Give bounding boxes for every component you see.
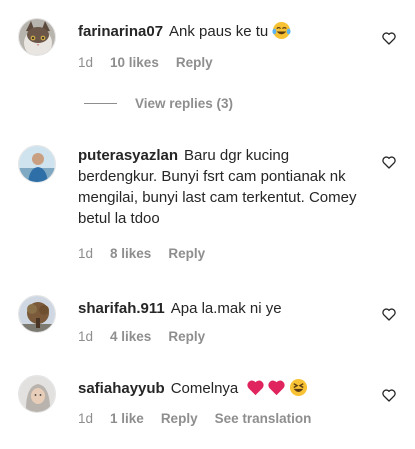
comment-time: 1d	[78, 411, 94, 426]
view-replies-label: View replies (3)	[135, 96, 234, 111]
avatar[interactable]	[18, 375, 56, 413]
like-heart-icon[interactable]	[381, 387, 397, 403]
username[interactable]: sharifah.911	[78, 300, 165, 317]
laughing-tears-emoji-icon	[272, 21, 291, 40]
username[interactable]: farinarina07	[78, 23, 163, 40]
comment-time: 1d	[78, 55, 94, 70]
comment-body: safiahayyub Comelnya	[78, 378, 371, 399]
comment-time: 1d	[78, 246, 94, 261]
comment-text: Ank paus ke tu	[169, 23, 269, 40]
reply-button[interactable]: Reply	[168, 246, 205, 261]
see-translation-button[interactable]: See translation	[215, 411, 312, 426]
likes-count[interactable]: 8 likes	[110, 246, 151, 261]
red-heart-emoji-icon	[247, 380, 265, 396]
reply-button[interactable]: Reply	[161, 411, 198, 426]
like-heart-icon[interactable]	[381, 30, 397, 46]
likes-count[interactable]: 1 like	[110, 411, 144, 426]
grinning-squint-emoji-icon	[290, 378, 308, 397]
cat-avatar-icon	[19, 19, 55, 55]
comment-meta: 1d 4 likes Reply	[78, 329, 222, 344]
reply-button[interactable]: Reply	[168, 329, 205, 344]
comment-body: farinarina07 Ank paus ke tu	[78, 21, 371, 42]
avatar[interactable]	[18, 18, 56, 56]
red-heart-emoji-icon	[268, 380, 286, 396]
comment-meta: 1d 8 likes Reply	[78, 246, 222, 261]
avatar[interactable]	[18, 145, 56, 183]
comment-meta: 1d 1 like Reply See translation	[78, 411, 328, 426]
view-replies-button[interactable]: View replies (3)	[84, 96, 233, 111]
avatar[interactable]	[18, 295, 56, 333]
person-hijab-avatar-icon	[19, 376, 55, 412]
comment-body: sharifah.911 Apa la.mak ni ye	[78, 298, 371, 319]
comment-text: Apa la.mak ni ye	[170, 300, 282, 317]
comment-meta: 1d 10 likes Reply	[78, 55, 230, 70]
tree-avatar-icon	[19, 296, 55, 332]
reply-button[interactable]: Reply	[176, 55, 213, 70]
comment-body: puterasyazlan Baru dgr kucing berdengkur.…	[78, 145, 371, 229]
like-heart-icon[interactable]	[381, 154, 397, 170]
person-avatar-icon	[19, 146, 55, 182]
divider-line	[84, 103, 117, 104]
likes-count[interactable]: 4 likes	[110, 329, 151, 344]
comment-time: 1d	[78, 329, 94, 344]
likes-count[interactable]: 10 likes	[110, 55, 159, 70]
username[interactable]: safiahayyub	[78, 380, 165, 397]
like-heart-icon[interactable]	[381, 306, 397, 322]
username[interactable]: puterasyazlan	[78, 147, 178, 164]
comment-text: Comelnya	[170, 380, 239, 397]
